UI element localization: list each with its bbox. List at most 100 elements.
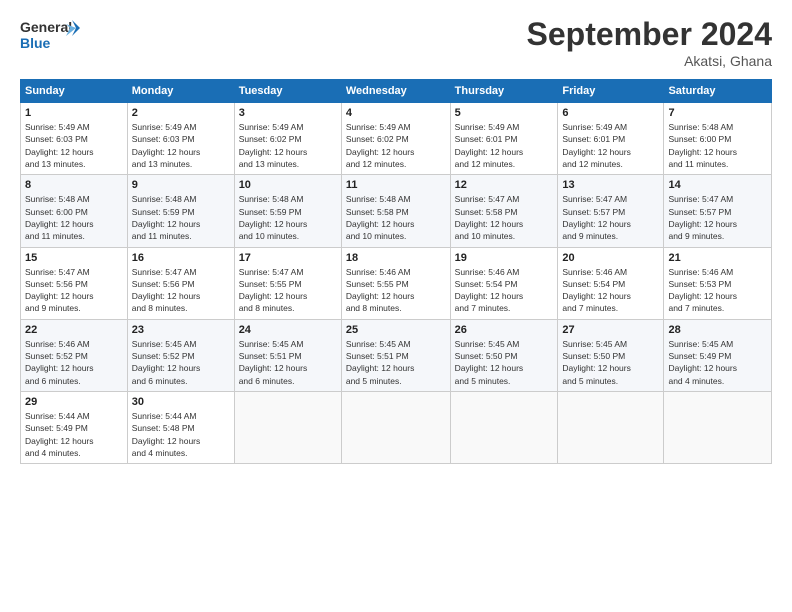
day-number: 28 <box>668 324 767 336</box>
calendar-cell <box>234 392 341 464</box>
header-friday: Friday <box>558 80 664 103</box>
calendar-cell: 6 Sunrise: 5:49 AM Sunset: 6:01 PM Daylig… <box>558 103 664 175</box>
day-number: 2 <box>132 107 230 119</box>
calendar-cell: 23 Sunrise: 5:45 AM Sunset: 5:52 PM Dayli… <box>127 319 234 391</box>
calendar-cell <box>341 392 450 464</box>
calendar-cell: 18Sunrise: 5:46 AM Sunset: 5:55 PM Dayli… <box>341 247 450 319</box>
calendar-cell: 24 Sunrise: 5:45 AM Sunset: 5:51 PM Dayli… <box>234 319 341 391</box>
subtitle: Akatsi, Ghana <box>527 53 772 69</box>
day-number: 25 <box>346 324 446 336</box>
calendar-cell: 13 Sunrise: 5:47 AM Sunset: 5:57 PM Dayli… <box>558 175 664 247</box>
calendar-cell: 8Sunrise: 5:48 AM Sunset: 6:00 PM Daylig… <box>21 175 128 247</box>
header-thursday: Thursday <box>450 80 558 103</box>
day-info: Sunrise: 5:48 AM Sunset: 5:59 PM Dayligh… <box>239 193 337 242</box>
day-info: Sunrise: 5:47 AM Sunset: 5:57 PM Dayligh… <box>562 193 659 242</box>
day-info: Sunrise: 5:46 AM Sunset: 5:52 PM Dayligh… <box>25 338 123 387</box>
calendar-cell <box>450 392 558 464</box>
header-tuesday: Tuesday <box>234 80 341 103</box>
calendar-cell: 15Sunrise: 5:47 AM Sunset: 5:56 PM Dayli… <box>21 247 128 319</box>
calendar-cell: 5Sunrise: 5:49 AM Sunset: 6:01 PM Daylig… <box>450 103 558 175</box>
day-number: 29 <box>25 396 123 408</box>
calendar-cell: 11Sunrise: 5:48 AM Sunset: 5:58 PM Dayli… <box>341 175 450 247</box>
day-number: 10 <box>239 179 337 191</box>
calendar-cell: 25 Sunrise: 5:45 AM Sunset: 5:51 PM Dayli… <box>341 319 450 391</box>
day-info: Sunrise: 5:49 AM Sunset: 6:01 PM Dayligh… <box>455 121 554 170</box>
calendar-cell: 12Sunrise: 5:47 AM Sunset: 5:58 PM Dayli… <box>450 175 558 247</box>
calendar-cell: 19Sunrise: 5:46 AM Sunset: 5:54 PM Dayli… <box>450 247 558 319</box>
day-info: Sunrise: 5:48 AM Sunset: 6:00 PM Dayligh… <box>668 121 767 170</box>
header-monday: Monday <box>127 80 234 103</box>
day-info: Sunrise: 5:47 AM Sunset: 5:56 PM Dayligh… <box>132 266 230 315</box>
header-sunday: Sunday <box>21 80 128 103</box>
day-info: Sunrise: 5:48 AM Sunset: 5:59 PM Dayligh… <box>132 193 230 242</box>
calendar-cell <box>558 392 664 464</box>
day-number: 26 <box>455 324 554 336</box>
week-row-2: 8Sunrise: 5:48 AM Sunset: 6:00 PM Daylig… <box>21 175 772 247</box>
calendar-cell: 2 Sunrise: 5:49 AM Sunset: 6:03 PM Daylig… <box>127 103 234 175</box>
calendar-cell: 17 Sunrise: 5:47 AM Sunset: 5:55 PM Dayli… <box>234 247 341 319</box>
header: General Blue September 2024 Akatsi, Ghan… <box>20 16 772 69</box>
day-number: 4 <box>346 107 446 119</box>
day-info: Sunrise: 5:45 AM Sunset: 5:50 PM Dayligh… <box>562 338 659 387</box>
day-number: 18 <box>346 252 446 264</box>
day-number: 14 <box>668 179 767 191</box>
page: General Blue September 2024 Akatsi, Ghan… <box>0 0 792 612</box>
calendar-cell: 4 Sunrise: 5:49 AM Sunset: 6:02 PM Daylig… <box>341 103 450 175</box>
calendar-cell: 14 Sunrise: 5:47 AM Sunset: 5:57 PM Dayli… <box>664 175 772 247</box>
calendar-cell: 7Sunrise: 5:48 AM Sunset: 6:00 PM Daylig… <box>664 103 772 175</box>
day-number: 23 <box>132 324 230 336</box>
calendar-cell: 28 Sunrise: 5:45 AM Sunset: 5:49 PM Dayli… <box>664 319 772 391</box>
day-info: Sunrise: 5:47 AM Sunset: 5:57 PM Dayligh… <box>668 193 767 242</box>
day-number: 30 <box>132 396 230 408</box>
day-number: 22 <box>25 324 123 336</box>
calendar-cell: 16 Sunrise: 5:47 AM Sunset: 5:56 PM Dayli… <box>127 247 234 319</box>
day-number: 17 <box>239 252 337 264</box>
day-number: 3 <box>239 107 337 119</box>
day-info: Sunrise: 5:45 AM Sunset: 5:50 PM Dayligh… <box>455 338 554 387</box>
week-row-4: 22 Sunrise: 5:46 AM Sunset: 5:52 PM Dayli… <box>21 319 772 391</box>
day-number: 9 <box>132 179 230 191</box>
day-info: Sunrise: 5:45 AM Sunset: 5:51 PM Dayligh… <box>239 338 337 387</box>
calendar-cell: 20Sunrise: 5:46 AM Sunset: 5:54 PM Dayli… <box>558 247 664 319</box>
day-number: 6 <box>562 107 659 119</box>
svg-text:Blue: Blue <box>20 35 51 51</box>
header-saturday: Saturday <box>664 80 772 103</box>
day-number: 15 <box>25 252 123 264</box>
week-row-1: 1Sunrise: 5:49 AM Sunset: 6:03 PM Daylig… <box>21 103 772 175</box>
week-row-5: 29 Sunrise: 5:44 AM Sunset: 5:49 PM Dayli… <box>21 392 772 464</box>
header-wednesday: Wednesday <box>341 80 450 103</box>
day-info: Sunrise: 5:47 AM Sunset: 5:55 PM Dayligh… <box>239 266 337 315</box>
month-title: September 2024 <box>527 16 772 53</box>
day-info: Sunrise: 5:49 AM Sunset: 6:02 PM Dayligh… <box>346 121 446 170</box>
logo: General Blue <box>20 16 80 56</box>
day-number: 24 <box>239 324 337 336</box>
day-info: Sunrise: 5:46 AM Sunset: 5:54 PM Dayligh… <box>562 266 659 315</box>
svg-text:General: General <box>20 19 72 35</box>
day-info: Sunrise: 5:49 AM Sunset: 6:01 PM Dayligh… <box>562 121 659 170</box>
logo-svg: General Blue <box>20 16 80 56</box>
calendar-cell: 21 Sunrise: 5:46 AM Sunset: 5:53 PM Dayli… <box>664 247 772 319</box>
calendar-table: SundayMondayTuesdayWednesdayThursdayFrid… <box>20 79 772 464</box>
calendar-cell <box>664 392 772 464</box>
day-info: Sunrise: 5:44 AM Sunset: 5:49 PM Dayligh… <box>25 410 123 459</box>
calendar-cell: 29 Sunrise: 5:44 AM Sunset: 5:49 PM Dayli… <box>21 392 128 464</box>
day-info: Sunrise: 5:49 AM Sunset: 6:03 PM Dayligh… <box>132 121 230 170</box>
day-info: Sunrise: 5:49 AM Sunset: 6:03 PM Dayligh… <box>25 121 123 170</box>
day-info: Sunrise: 5:46 AM Sunset: 5:53 PM Dayligh… <box>668 266 767 315</box>
day-info: Sunrise: 5:45 AM Sunset: 5:51 PM Dayligh… <box>346 338 446 387</box>
day-info: Sunrise: 5:45 AM Sunset: 5:49 PM Dayligh… <box>668 338 767 387</box>
title-block: September 2024 Akatsi, Ghana <box>527 16 772 69</box>
day-number: 13 <box>562 179 659 191</box>
day-info: Sunrise: 5:46 AM Sunset: 5:54 PM Dayligh… <box>455 266 554 315</box>
calendar-header-row: SundayMondayTuesdayWednesdayThursdayFrid… <box>21 80 772 103</box>
day-info: Sunrise: 5:47 AM Sunset: 5:58 PM Dayligh… <box>455 193 554 242</box>
calendar-cell: 3 Sunrise: 5:49 AM Sunset: 6:02 PM Daylig… <box>234 103 341 175</box>
day-number: 16 <box>132 252 230 264</box>
day-number: 8 <box>25 179 123 191</box>
day-info: Sunrise: 5:44 AM Sunset: 5:48 PM Dayligh… <box>132 410 230 459</box>
calendar-cell: 30 Sunrise: 5:44 AM Sunset: 5:48 PM Dayli… <box>127 392 234 464</box>
calendar-cell: 9 Sunrise: 5:48 AM Sunset: 5:59 PM Daylig… <box>127 175 234 247</box>
day-info: Sunrise: 5:45 AM Sunset: 5:52 PM Dayligh… <box>132 338 230 387</box>
day-number: 21 <box>668 252 767 264</box>
day-info: Sunrise: 5:49 AM Sunset: 6:02 PM Dayligh… <box>239 121 337 170</box>
